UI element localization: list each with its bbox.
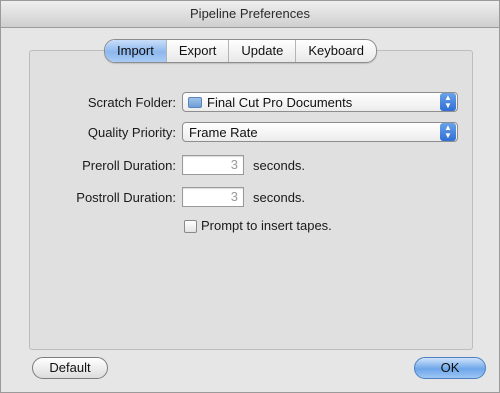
prompt-insert-tapes-checkbox[interactable] bbox=[184, 220, 197, 233]
scratch-folder-popup[interactable]: Final Cut Pro Documents ▲ ▼ bbox=[182, 92, 458, 112]
quality-priority-label: Quality Priority: bbox=[87, 125, 176, 140]
tab-update[interactable]: Update bbox=[228, 40, 295, 62]
tab-export[interactable]: Export bbox=[165, 40, 229, 62]
preroll-unit: seconds. bbox=[253, 158, 306, 173]
scratch-folder-value: Final Cut Pro Documents bbox=[207, 94, 353, 110]
preroll-duration-field[interactable]: 3 bbox=[182, 155, 244, 175]
postroll-duration-field[interactable]: 3 bbox=[182, 187, 244, 207]
tab-import[interactable]: Import bbox=[105, 40, 166, 62]
ok-button[interactable]: OK bbox=[414, 357, 486, 379]
preroll-duration-label: Preroll Duration: bbox=[82, 158, 176, 173]
folder-icon bbox=[188, 96, 202, 108]
window-title: Pipeline Preferences bbox=[1, 1, 499, 28]
quality-priority-value: Frame Rate bbox=[189, 124, 258, 140]
prompt-insert-tapes-label: Prompt to insert tapes. bbox=[201, 218, 332, 233]
popup-arrows-icon: ▲ ▼ bbox=[440, 123, 456, 141]
scratch-folder-label: Scratch Folder: bbox=[87, 95, 176, 110]
postroll-unit: seconds. bbox=[253, 190, 306, 205]
postroll-duration-label: Postroll Duration: bbox=[76, 190, 176, 205]
quality-priority-popup[interactable]: Frame Rate ▲ ▼ bbox=[182, 122, 458, 142]
preferences-window: Pipeline Preferences Import Export Updat… bbox=[0, 0, 500, 393]
tab-keyboard[interactable]: Keyboard bbox=[295, 40, 376, 62]
default-button[interactable]: Default bbox=[32, 357, 108, 379]
popup-arrows-icon: ▲ ▼ bbox=[440, 93, 456, 111]
tab-bar: Import Export Update Keyboard bbox=[104, 39, 377, 63]
